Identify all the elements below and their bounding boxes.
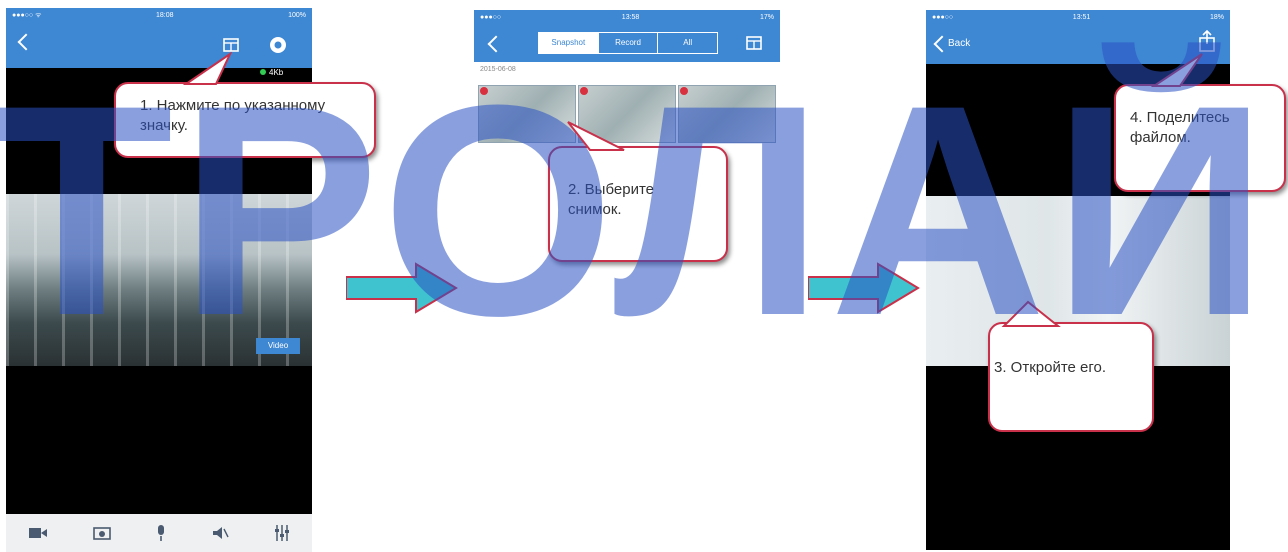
status-bar: ●●●○○ 13:51 18% xyxy=(926,10,1230,24)
callout-step-2-text: 2. Выберите снимок. xyxy=(568,181,654,218)
video-label: Video xyxy=(256,338,300,354)
callout-step-1-text: 1. Нажмите по указанному значку. xyxy=(140,97,326,134)
tab-snapshot[interactable]: Snapshot xyxy=(539,33,598,53)
tab-all[interactable]: All xyxy=(657,33,717,53)
callout-1-pointer xyxy=(182,52,233,85)
nav-bar: Snapshot Record All xyxy=(474,24,780,62)
tab-record[interactable]: Record xyxy=(597,33,658,53)
segmented-control: Snapshot Record All xyxy=(538,32,718,54)
thumbnail-badge-icon xyxy=(480,87,488,95)
settings-sliders-icon[interactable] xyxy=(274,524,290,542)
callout-step-3: 3. Откройте его. xyxy=(988,322,1154,432)
signal-indicator: ●●●○○ xyxy=(932,13,954,21)
status-time: 13:51 xyxy=(1072,13,1091,21)
thumbnail-badge-icon xyxy=(580,87,588,95)
callout-step-2: 2. Выберите снимок. xyxy=(548,146,728,262)
settings-gear-icon[interactable] xyxy=(268,35,288,55)
callout-step-3-text: 3. Откройте его. xyxy=(994,359,1107,376)
thumbnail-badge-icon xyxy=(680,87,688,95)
nav-bar xyxy=(6,22,312,68)
battery-indicator: 17% xyxy=(759,13,774,21)
calendar-icon[interactable] xyxy=(746,34,762,50)
callout-step-4: 4. Поделитесь файлом. xyxy=(1114,84,1286,192)
speaker-icon[interactable] xyxy=(211,525,229,541)
microphone-icon[interactable] xyxy=(155,524,167,542)
step-arrow-1 xyxy=(346,262,458,314)
video-icon[interactable] xyxy=(28,526,48,540)
date-label: 2015-06-08 xyxy=(480,66,516,73)
recording-dot-icon xyxy=(260,69,266,75)
battery-indicator: 18% xyxy=(1209,13,1224,21)
callout-2-pointer xyxy=(567,121,625,151)
signal-indicator: ●●●○○ xyxy=(480,13,502,21)
bottom-toolbar xyxy=(6,514,312,552)
callout-step-4-text: 4. Поделитесь файлом. xyxy=(1130,109,1230,146)
back-button[interactable]: Back xyxy=(948,38,970,49)
status-bar: ●●●○○ 13:58 17% xyxy=(474,10,780,24)
battery-indicator: 100% xyxy=(288,11,306,19)
callout-step-1: 1. Нажмите по указанному значку. xyxy=(114,82,376,158)
back-chevron-icon[interactable] xyxy=(487,35,505,53)
snapshot-icon[interactable] xyxy=(92,526,111,540)
callout-3-pointer xyxy=(1001,300,1061,327)
back-chevron-icon[interactable] xyxy=(17,33,35,51)
status-time: 18:08 xyxy=(156,11,174,19)
status-bar: ●●●○○ ᯤ 18:08 100% xyxy=(6,8,312,22)
resolution-badge: 4Kb xyxy=(260,68,283,77)
snapshot-thumbnail[interactable] xyxy=(678,85,776,143)
status-time: 13:58 xyxy=(621,13,640,21)
share-icon[interactable] xyxy=(1198,30,1216,52)
step-arrow-2 xyxy=(808,262,920,314)
signal-indicator: ●●●○○ ᯤ xyxy=(12,11,42,19)
callout-4-pointer xyxy=(1150,53,1203,87)
